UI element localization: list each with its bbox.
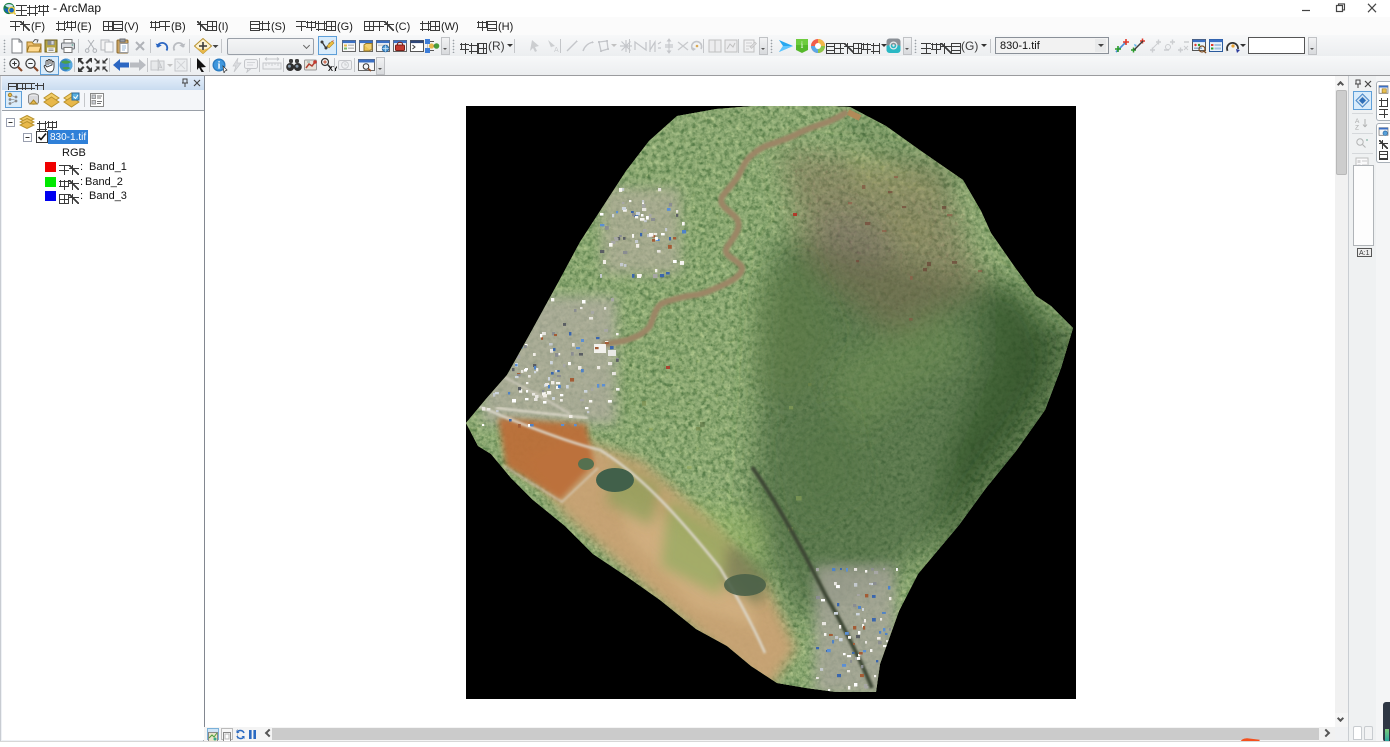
svg-text:XY: XY (328, 64, 337, 73)
svg-text:i: i (218, 61, 221, 72)
svg-text:A: A (554, 47, 559, 54)
svg-text:Z: Z (1355, 125, 1359, 131)
svg-text:A:1: A:1 (1359, 250, 1370, 257)
